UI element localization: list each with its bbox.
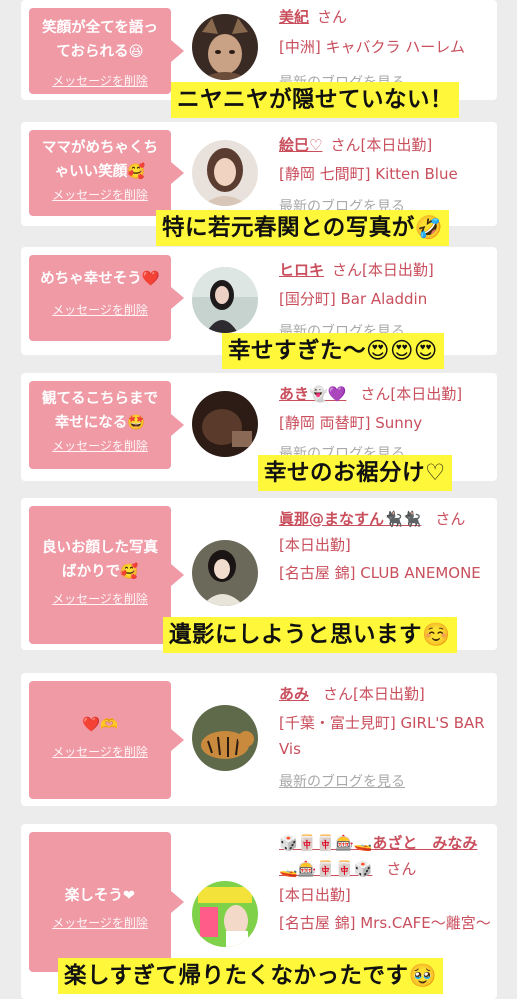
message-text: 良いお顔した写真ばかりで🥰 xyxy=(42,540,158,580)
message-text: 笑顔が全てを語っておられる😆 xyxy=(42,20,158,60)
profile-info: あき👻💜 さん[本日出勤] [静岡 両替町] Sunny xyxy=(279,381,491,436)
avatar[interactable] xyxy=(192,267,258,333)
attendance-status: [本日出勤] xyxy=(353,685,425,703)
tiger-photo-icon xyxy=(192,705,258,771)
profile-info: 絵巳♡ さん[本日出勤] [静岡 七間町] Kitten Blue xyxy=(279,132,491,187)
message-bubble: 良いお顔した写真ばかりで🥰 メッセージを削除 xyxy=(29,506,184,644)
shop-name: [国分町] Bar Aladdin xyxy=(279,290,428,308)
attendance-status: [本日出勤] xyxy=(362,261,434,279)
avatar[interactable] xyxy=(192,540,258,606)
attendance-status: [本日出勤] xyxy=(279,536,351,554)
attendance-status: [本日出勤] xyxy=(390,385,463,403)
delete-message-link[interactable]: メッセージを削除 xyxy=(52,72,148,89)
overlay-caption: 幸せのお裾分け♡ xyxy=(258,455,452,491)
message-bubble: 笑顔が全てを語っておられる😆 メッセージを削除 xyxy=(29,8,184,94)
message-text: 楽しそう❤ xyxy=(64,888,136,904)
delete-message-link[interactable]: メッセージを削除 xyxy=(52,301,148,318)
avatar[interactable] xyxy=(192,705,258,771)
honorific: さん xyxy=(323,685,354,703)
avatar[interactable] xyxy=(192,881,258,947)
message-card: ❤️🫶 メッセージを削除 あみ さん[本日出勤] [千葉・富士見町] GIRL'S… xyxy=(21,673,497,806)
delete-message-link[interactable]: メッセージを削除 xyxy=(52,437,148,454)
shop-name: [静岡 両替町] Sunny xyxy=(279,414,423,432)
honorific: さん xyxy=(435,510,466,528)
honorific: さん xyxy=(332,261,363,279)
attendance-status: [本日出勤] xyxy=(279,886,351,904)
profile-info: ヒロキ さん[本日出勤] [国分町] Bar Aladdin xyxy=(279,257,491,312)
shop-name: [千葉・富士見町] GIRL'S BAR Vis xyxy=(279,714,485,758)
message-text: 観てるこちらまで幸せになる🤩 xyxy=(42,391,158,431)
dark-interior-photo-icon xyxy=(192,391,258,457)
overlay-caption: 幸せすぎた〜😍😍😍 xyxy=(222,333,444,369)
cast-name-link[interactable]: あき👻💜 xyxy=(279,385,346,403)
shop-name: [中洲] キャバクラ ハーレム xyxy=(279,38,465,56)
latest-blog-link[interactable]: 最新のブログを見る xyxy=(279,771,405,791)
profile-info: 眞那@まなすん🐈‍⬛🐈‍⬛ さん [本日出勤] [名古屋 錦] CLUB ANEM… xyxy=(279,506,491,586)
avatar[interactable] xyxy=(192,140,258,206)
attendance-status: [本日出勤] xyxy=(360,136,433,154)
shop-name: [名古屋 錦] CLUB ANEMONE xyxy=(279,564,481,582)
delete-message-link[interactable]: メッセージを削除 xyxy=(52,743,148,760)
overlay-caption: 楽しすぎて帰りたくなかったです🥹 xyxy=(58,958,444,994)
message-bubble: ママがめちゃくちゃいい笑顔🥰 メッセージを削除 xyxy=(29,130,184,216)
message-text: めちゃ幸せそう❤️ xyxy=(40,271,160,287)
message-bubble: めちゃ幸せそう❤️ メッセージを削除 xyxy=(29,255,184,341)
woman-outdoor-photo-icon xyxy=(192,267,258,333)
delete-message-link[interactable]: メッセージを削除 xyxy=(52,914,148,931)
message-bubble: ❤️🫶 メッセージを削除 xyxy=(29,681,184,799)
colorful-poster-photo-icon xyxy=(192,881,258,947)
honorific: さん xyxy=(386,860,417,878)
cast-name-link[interactable]: 美紀 xyxy=(279,8,309,26)
overlay-caption: ニヤニヤが隠せていない！ xyxy=(171,82,460,118)
avatar[interactable] xyxy=(192,14,258,80)
delete-message-link[interactable]: メッセージを削除 xyxy=(52,590,148,607)
cast-name-link[interactable]: ヒロキ xyxy=(279,261,324,279)
delete-message-link[interactable]: メッセージを削除 xyxy=(52,186,148,203)
message-bubble: 観てるこちらまで幸せになる🤩 メッセージを削除 xyxy=(29,381,184,469)
honorific: さん xyxy=(330,136,361,154)
cast-name-link[interactable]: 眞那@まなすん🐈‍⬛🐈‍⬛ xyxy=(279,510,421,528)
woman-portrait-photo-icon xyxy=(192,140,258,206)
shop-name: [名古屋 錦] Mrs.CAFE〜離宮〜 xyxy=(279,914,491,932)
profile-info: 美紀 さん [中洲] キャバクラ ハーレム xyxy=(279,4,491,60)
honorific: さん xyxy=(360,385,391,403)
overlay-caption: 特に若元春関との写真が🤣 xyxy=(156,210,450,246)
shop-name: [静岡 七間町] Kitten Blue xyxy=(279,165,458,183)
girl-with-animal-ears-photo-icon xyxy=(192,14,258,80)
message-text: ❤️🫶 xyxy=(81,717,119,733)
message-bubble: 楽しそう❤ メッセージを削除 xyxy=(29,832,184,972)
message-text: ママがめちゃくちゃいい笑顔🥰 xyxy=(42,140,158,180)
cast-name-link[interactable]: 絵巳♡ xyxy=(279,136,322,154)
avatar[interactable] xyxy=(192,391,258,457)
cast-name-link[interactable]: あみ xyxy=(279,685,309,703)
profile-info: あみ さん[本日出勤] [千葉・富士見町] GIRL'S BAR Vis xyxy=(279,681,491,762)
profile-info: 🎲🀄🀄🎰🚤あざと みなみ🚤🎰🀄🀄🎲 さん [本日出勤] [名古屋 錦] Mrs.C… xyxy=(279,830,491,936)
honorific: さん xyxy=(317,8,348,26)
woman-kimono-photo-icon xyxy=(192,540,258,606)
cast-name-link[interactable]: 🎲🀄🀄🎰🚤あざと みなみ🚤🎰🀄🀄🎲 xyxy=(279,834,477,878)
overlay-caption: 遺影にしようと思います☺️ xyxy=(163,617,457,653)
